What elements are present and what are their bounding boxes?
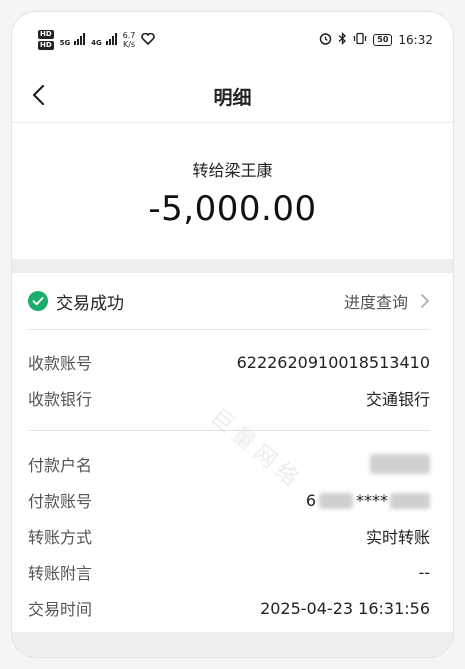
info-row-transaction-time: 交易时间 2025-04-23 16:31:56 [28,590,430,626]
redacted-account-tail [390,493,430,509]
info-row-receiver-bank: 收款银行 交通银行 [28,380,430,416]
network-speed-unit: K/s [122,40,136,49]
info-label: 收款账号 [28,354,93,373]
signal-4g-icon: 4G [91,32,117,48]
hd-indicators: HD HD [38,30,54,50]
heart-icon [141,32,156,48]
battery-icon: 50 [373,34,393,46]
clock-time: 16:32 [398,33,433,47]
redacted-account-part [319,493,353,509]
info-row-transfer-method: 转账方式 实时转账 [28,518,430,554]
payer-account-mask: **** [356,490,388,510]
info-label: 交易时间 [28,600,93,619]
receiver-bank-value: 交通银行 [365,390,430,409]
info-row-payer-name: 付款户名 [28,446,430,482]
group-divider [28,430,430,431]
nav-bar: 明细 [12,68,453,123]
network-speed: 6.7 K/s [123,31,136,49]
network-speed-value: 6.7 [122,31,136,40]
receiver-account-value: 6222620910018513410 [236,352,430,372]
info-label: 付款账号 [28,492,93,511]
info-label: 收款银行 [28,390,93,409]
bottom-band [12,632,453,657]
success-check-icon [28,291,48,311]
section-divider [12,259,453,273]
payer-account-prefix: 6 [305,490,316,510]
status-bar: HD HD 5G 4G 6.7 K/s 50 16:32 [12,12,453,68]
chevron-right-icon [421,294,429,308]
status-bar-left: HD HD 5G 4G 6.7 K/s [38,30,156,50]
status-bar-right: 50 16:32 [319,31,433,48]
transfer-summary: 转给梁王康 -5,000.00 [12,123,453,259]
page-title: 明细 [213,87,252,109]
info-label: 转账方式 [28,528,93,547]
info-label: 转账附言 [28,564,93,583]
recipient-title: 转给梁王康 [192,161,273,180]
alarm-icon [319,32,332,48]
info-row-transfer-note: 转账附言 -- [28,554,430,590]
transfer-method-value: 实时转账 [365,528,430,547]
hd-badge-2: HD [38,41,54,50]
info-row-payer-account: 付款账号 6 **** [28,482,430,518]
vibrate-icon [353,32,367,48]
payer-info: 付款户名 付款账号 6 **** 转账方式 实时转账 转账附言 -- 交易时间 2… [28,446,430,626]
transaction-status-row: 交易成功 进度查询 [28,273,430,330]
progress-query-link[interactable]: 进度查询 [344,289,430,313]
signal-5g-icon: 5G [59,32,86,48]
transfer-note-value: -- [418,562,430,582]
info-row-receiver-account: 收款账号 6222620910018513410 [28,344,430,380]
transfer-amount: -5,000.00 [148,189,317,229]
redacted-name [370,454,430,475]
progress-query-label: 进度查询 [343,293,408,312]
status-label: 交易成功 [56,293,124,314]
phone-frame: HD HD 5G 4G 6.7 K/s 50 16:32 明细 转给梁王康 -5… [12,12,453,657]
info-label: 付款户名 [28,456,93,475]
network-4g-label: 4G [91,38,102,47]
bluetooth-icon [338,31,347,48]
receiver-info: 收款账号 6222620910018513410 收款银行 交通银行 [28,344,430,416]
payer-account-value: 6 **** [306,491,430,510]
transaction-time-value: 2025-04-23 16:31:56 [260,598,430,618]
payer-name-value [370,454,430,475]
hd-badge-1: HD [38,30,54,39]
network-5g-label: 5G [59,38,71,47]
